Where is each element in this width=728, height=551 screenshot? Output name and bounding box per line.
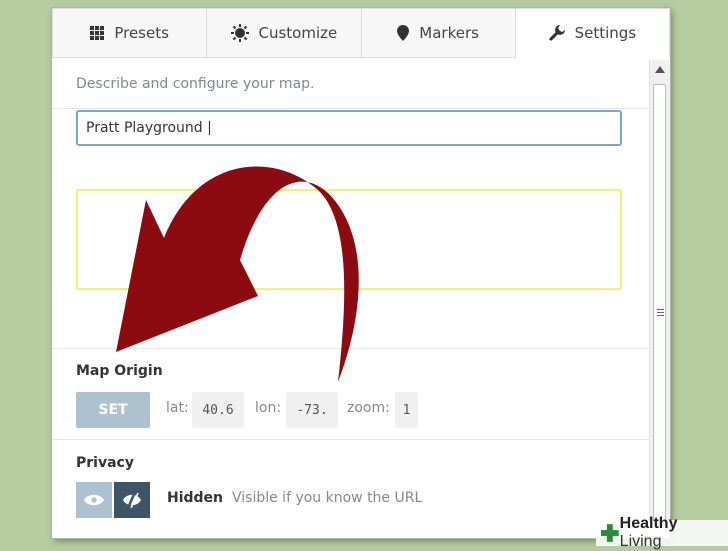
- watermark: Healthy Living: [596, 515, 728, 550]
- privacy-description: Visible if you know the URL: [232, 490, 423, 506]
- zoom-label: zoom:: [347, 400, 390, 416]
- tab-settings-label: Settings: [574, 24, 637, 42]
- lon-input[interactable]: -73.: [286, 392, 338, 428]
- title-input[interactable]: [76, 110, 622, 146]
- grid-icon: [90, 26, 105, 40]
- privacy-state: Hidden: [167, 490, 224, 506]
- divider: [52, 348, 650, 349]
- description-textarea[interactable]: [76, 189, 622, 290]
- wrench-icon: [548, 25, 565, 41]
- tab-settings[interactable]: Settings: [515, 8, 670, 58]
- vertical-scrollbar[interactable]: [649, 60, 670, 538]
- eye-icon: [84, 494, 104, 506]
- lon-label: lon:: [255, 400, 282, 416]
- grip-icon: [657, 309, 664, 318]
- tab-bar: Presets Customize Markers Settings: [52, 8, 670, 60]
- divider: [52, 439, 650, 440]
- privacy-visible-button[interactable]: [76, 482, 112, 518]
- tab-markers[interactable]: Markers: [361, 8, 516, 58]
- sun-icon: [230, 24, 249, 42]
- privacy-label: Privacy: [76, 455, 134, 471]
- lat-label: lat:: [166, 400, 189, 416]
- tab-customize[interactable]: Customize: [207, 8, 362, 58]
- tab-presets-label: Presets: [114, 24, 169, 42]
- map-origin-label: Map Origin: [76, 363, 163, 379]
- eye-slash-icon: [123, 492, 141, 508]
- intro-section: Describe and configure your map.: [52, 60, 650, 109]
- scrollbar-thumb[interactable]: [653, 84, 666, 522]
- lat-input[interactable]: 40.6: [192, 392, 244, 428]
- scroll-up-icon[interactable]: [655, 66, 665, 73]
- set-origin-button[interactable]: SET: [76, 392, 150, 428]
- plus-leaf-icon: [600, 524, 619, 542]
- privacy-hidden-button[interactable]: [114, 482, 150, 518]
- map-pin-icon: [397, 25, 410, 41]
- settings-intro-text: Describe and configure your map.: [76, 76, 315, 92]
- tab-markers-label: Markers: [419, 24, 479, 42]
- tab-customize-label: Customize: [258, 24, 338, 42]
- zoom-input[interactable]: 1: [395, 392, 418, 428]
- map-settings-window: Presets Customize Markers Settings Descr…: [52, 8, 670, 538]
- tab-presets[interactable]: Presets: [52, 8, 208, 58]
